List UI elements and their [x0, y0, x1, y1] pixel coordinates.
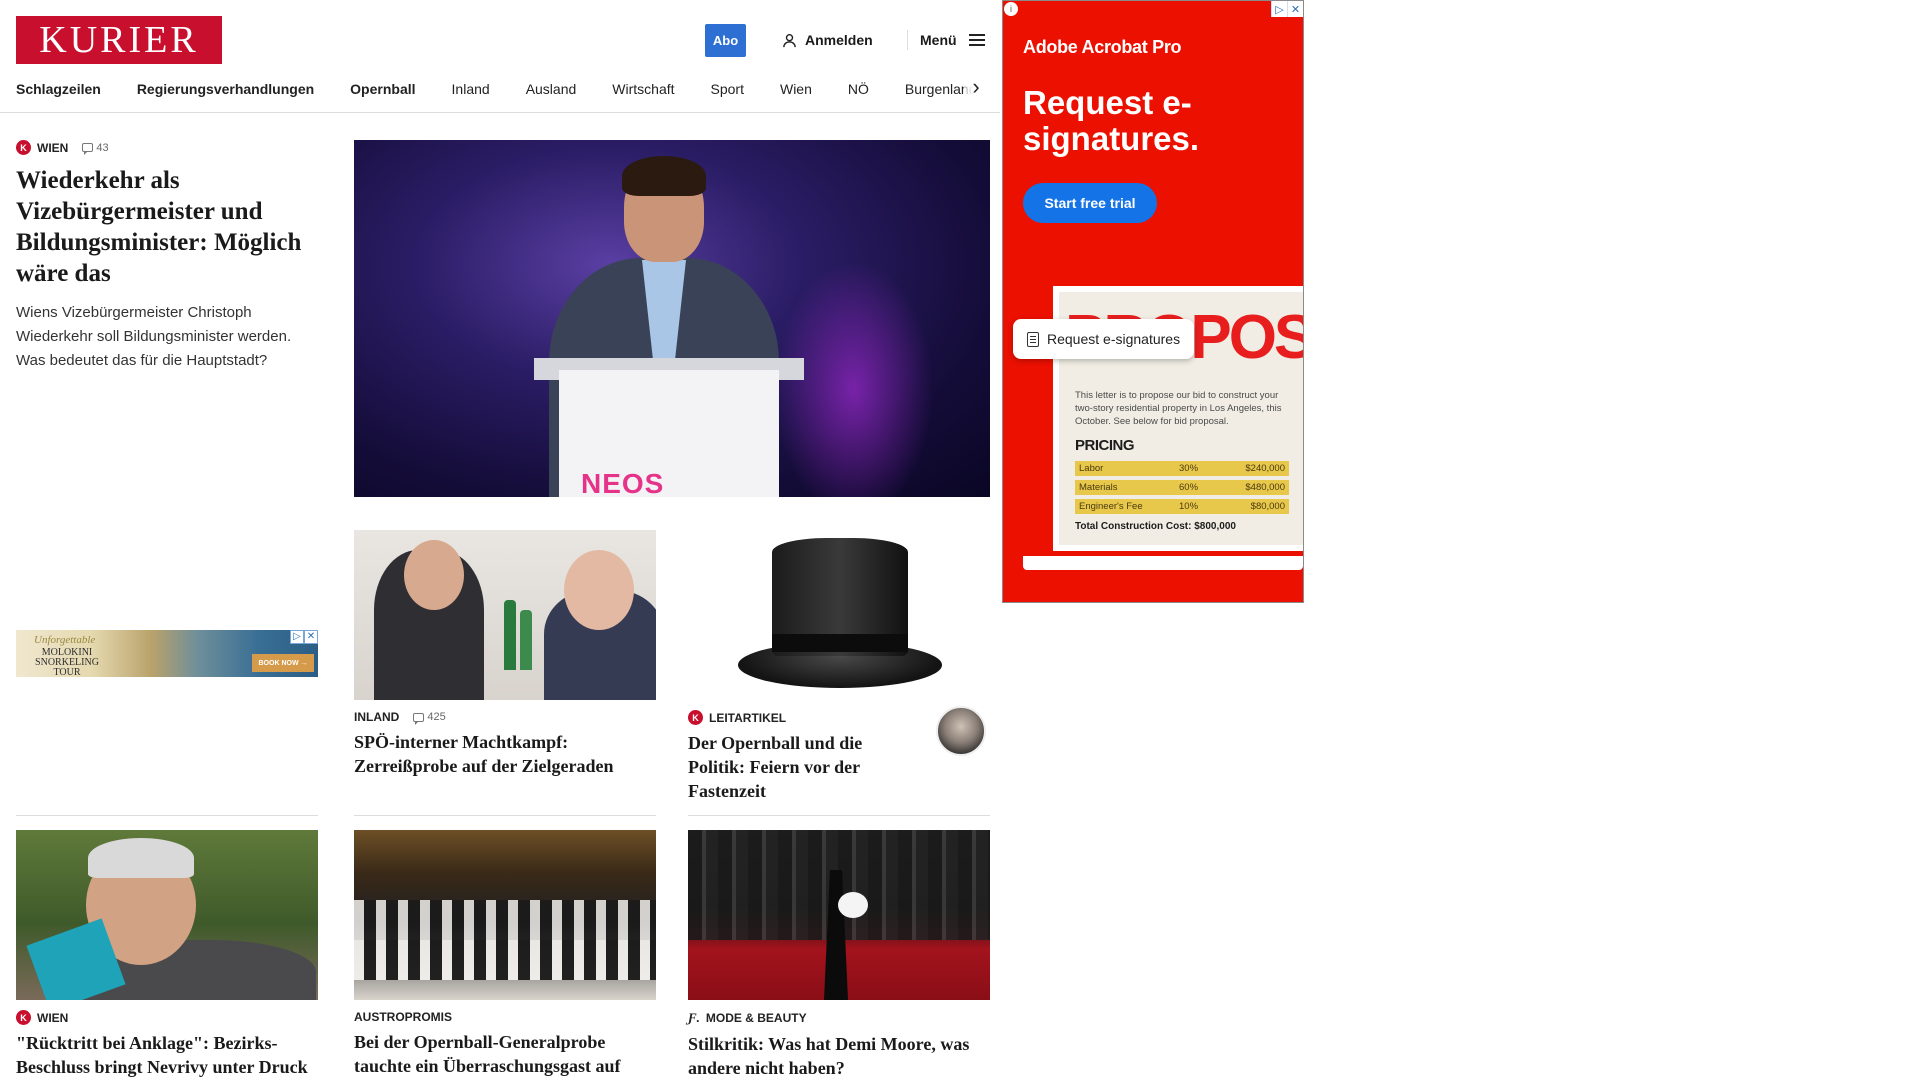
section-divider [354, 815, 656, 816]
article-meta: ƒ. MODE & BEAUTY [688, 1010, 990, 1026]
pricing-row: Labor 30% $240,000 [1075, 461, 1289, 476]
article-card[interactable]: K WIEN "Rücktritt bei Anklage": Bezirks-… [16, 830, 318, 1079]
article-card[interactable]: ƒ. MODE & BEAUTY Stilkritik: Was hat Dem… [688, 830, 990, 1080]
pricing-row: Engineer's Fee 10% $80,000 [1075, 499, 1289, 514]
ad-document-base [1023, 556, 1303, 570]
ad-document-letter: This letter is to propose our bid to con… [1075, 390, 1282, 427]
article-title[interactable]: "Rücktritt bei Anklage": Bezirks-Beschlu… [16, 1031, 318, 1079]
article-category[interactable]: AUSTROPROMIS [354, 1010, 452, 1024]
adobe-acrobat-ad[interactable]: i ▷ ✕ Adobe Acrobat Pro Request e-signat… [1002, 0, 1304, 603]
ad-headline: Request e-signatures. [1023, 84, 1200, 157]
hamburger-icon [968, 34, 985, 46]
adchoices-icon[interactable]: ▷ [1271, 1, 1287, 17]
chevron-right-icon: › [972, 74, 980, 99]
article-card[interactable]: INLAND 425 SPÖ-interner Machtkampf: Zerr… [354, 530, 656, 778]
comment-count[interactable]: 43 [82, 141, 109, 155]
article-title[interactable]: SPÖ-interner Machtkampf: Zerreißprobe au… [354, 730, 656, 778]
lead-article[interactable]: K WIEN 43 Wiederkehr als Vizebürgermeist… [16, 140, 316, 373]
section-divider [16, 815, 318, 816]
article-category[interactable]: WIEN [37, 141, 68, 155]
ad-book-now-button[interactable]: BOOK NOW → [252, 654, 314, 672]
comment-count-value: 425 [427, 711, 446, 723]
adchoices-icon[interactable]: ▷ [290, 630, 304, 644]
article-meta: K WIEN [16, 1010, 318, 1025]
nav-item-sport[interactable]: Sport [711, 81, 744, 97]
article-title[interactable]: Stilkritik: Was hat Demi Moore, was ande… [688, 1032, 990, 1080]
hero-image[interactable]: NEOS [354, 140, 990, 497]
comment-count-value: 43 [96, 141, 109, 154]
nav-item-wirtschaft[interactable]: Wirtschaft [612, 81, 674, 97]
adchoices[interactable]: ▷ ✕ [290, 630, 318, 644]
podium-logo: NEOS [581, 468, 665, 497]
menu-label: Menü [920, 32, 957, 48]
snorkeling-tour-ad[interactable]: Unforgettable MOLOKINI SNORKELING TOUR B… [16, 630, 318, 677]
comment-count[interactable]: 425 [413, 711, 446, 725]
article-category[interactable]: INLAND [354, 710, 399, 724]
news-site: KURIER Abo Anmelden Menü Schlagzeilen Re… [0, 0, 1000, 1080]
close-icon[interactable]: ✕ [304, 630, 318, 644]
lead-article-teaser: Wiens Vizebürgermeister Christoph Wieder… [16, 304, 292, 369]
kurier-badge-icon: K [688, 710, 703, 725]
header-divider [0, 112, 1000, 113]
kurier-logo[interactable]: KURIER [16, 16, 222, 64]
nav-item-opernball[interactable]: Opernball [350, 81, 415, 97]
article-meta: K WIEN 43 [16, 140, 316, 155]
nav-item-schlagzeilen[interactable]: Schlagzeilen [16, 81, 101, 97]
ad-pricing-title: PRICING [1075, 437, 1135, 454]
kurier-badge-icon: K [16, 1010, 31, 1025]
close-icon[interactable]: ✕ [1287, 1, 1303, 17]
nav-item-ausland[interactable]: Ausland [526, 81, 577, 97]
adchoices[interactable]: ▷ ✕ [1271, 1, 1303, 17]
article-thumbnail[interactable] [688, 530, 990, 700]
article-card[interactable]: AUSTROPROMIS Bei der Opernball-Generalpr… [354, 830, 656, 1078]
article-thumbnail[interactable] [354, 530, 656, 700]
abo-button[interactable]: Abo [705, 24, 746, 57]
nav-item-inland[interactable]: Inland [452, 81, 490, 97]
category-nav: Schlagzeilen Regierungsverhandlungen Ope… [16, 78, 980, 100]
lead-article-title[interactable]: Wiederkehr als Vizebürgermeister und Bil… [16, 165, 316, 289]
pricing-row: Materials 60% $480,000 [1075, 480, 1289, 495]
document-icon [1027, 331, 1039, 347]
article-card[interactable]: K LEITARTIKEL Der Opernball und die Poli… [688, 530, 990, 803]
article-thumbnail[interactable] [688, 830, 990, 1000]
user-icon [783, 33, 796, 47]
nav-item-noe[interactable]: NÖ [848, 81, 869, 97]
kurier-badge-icon: K [16, 140, 31, 155]
ad-total-cost: Total Construction Cost: $800,000 [1075, 521, 1236, 532]
article-category[interactable]: LEITARTIKEL [709, 711, 786, 725]
login-label: Anmelden [805, 32, 873, 48]
article-category[interactable]: MODE & BEAUTY [706, 1011, 807, 1025]
request-esignatures-pill[interactable]: Request e-signatures [1013, 319, 1195, 359]
article-title[interactable]: Bei der Opernball-Generalprobe tauchte e… [354, 1030, 656, 1078]
start-free-trial-button[interactable]: Start free trial [1023, 183, 1157, 223]
nav-item-regierungsverhandlungen[interactable]: Regierungsverhandlungen [137, 81, 314, 97]
section-divider [688, 815, 990, 816]
login-button[interactable]: Anmelden [782, 30, 873, 50]
ad-info-icon[interactable]: i [1004, 2, 1018, 16]
article-meta: AUSTROPROMIS [354, 1010, 656, 1024]
article-category[interactable]: WIEN [37, 1011, 68, 1025]
ad-tagline: Unforgettable [34, 634, 96, 646]
author-avatar[interactable] [936, 706, 986, 756]
nav-scroll-right-button[interactable]: › [964, 74, 988, 99]
article-thumbnail[interactable] [16, 830, 318, 1000]
ad-product-name: MOLOKINI SNORKELING TOUR [35, 647, 99, 678]
nav-item-wien[interactable]: Wien [780, 81, 812, 97]
article-meta: INLAND 425 [354, 710, 656, 725]
comment-icon [413, 712, 425, 725]
comment-icon [82, 143, 94, 155]
fashion-brand-icon: ƒ. [688, 1010, 700, 1025]
pill-label: Request e-signatures [1047, 331, 1181, 347]
ad-brand: Adobe Acrobat Pro [1023, 37, 1182, 57]
article-title[interactable]: Der Opernball und die Politik: Feiern vo… [688, 731, 918, 803]
article-thumbnail[interactable] [354, 830, 656, 1000]
menu-button[interactable]: Menü [907, 30, 985, 50]
